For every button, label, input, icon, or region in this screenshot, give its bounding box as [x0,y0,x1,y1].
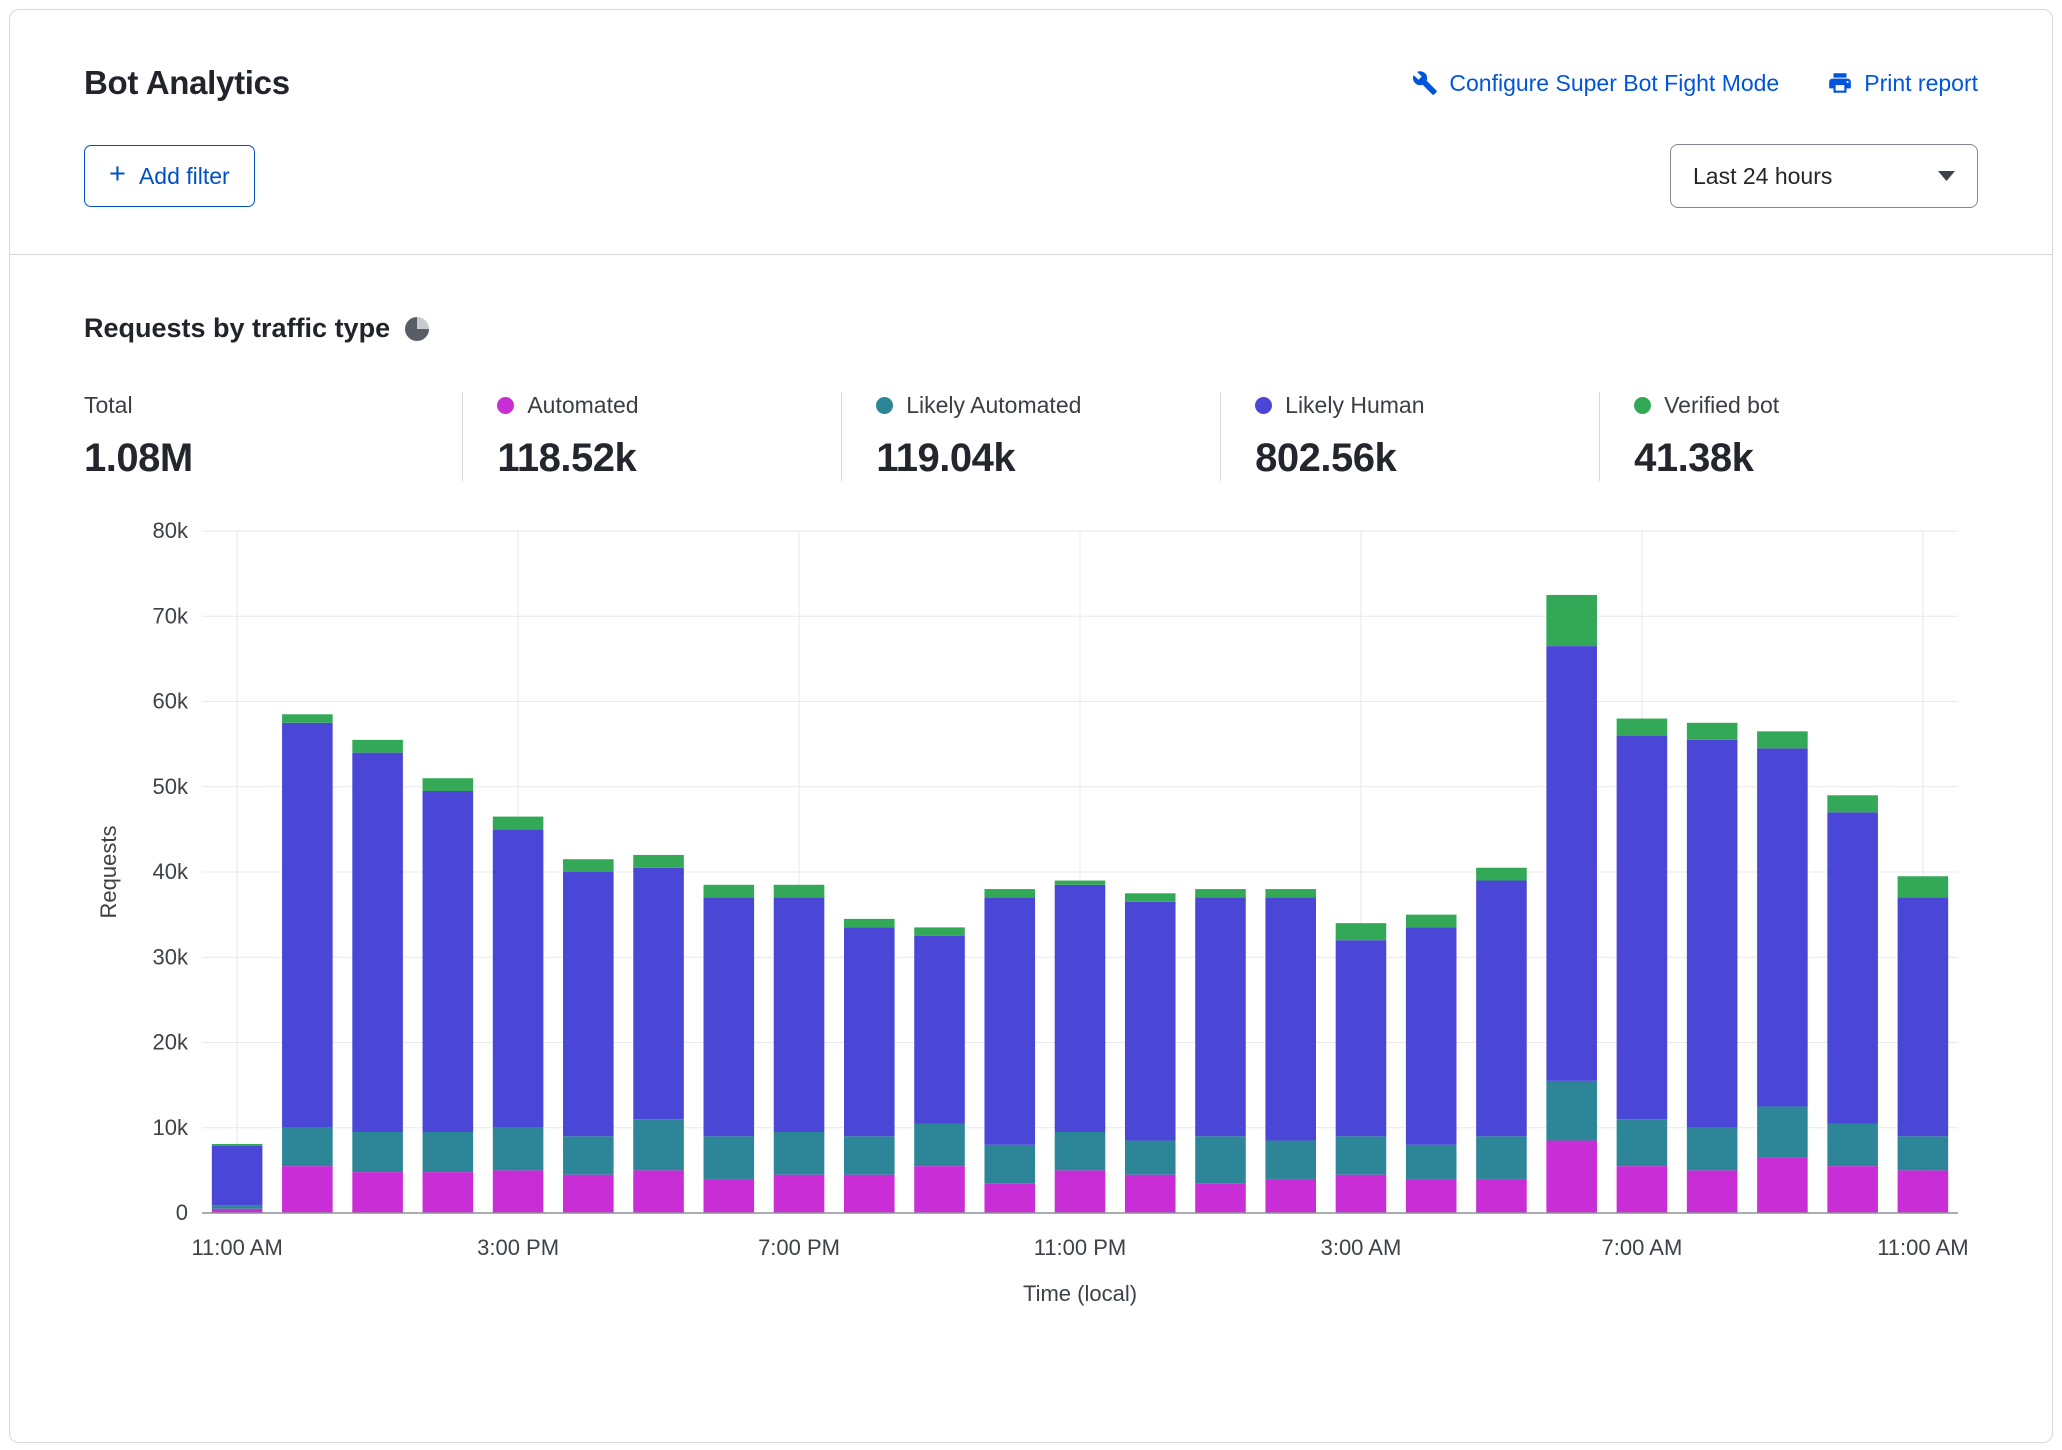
likely-human-legend-dot [1255,397,1272,414]
wrench-icon [1412,70,1438,96]
stat-likely-automated-label: Likely Automated [906,392,1081,419]
add-filter-button[interactable]: + Add filter [84,145,255,207]
configure-super-bot-fight-mode-link[interactable]: Configure Super Bot Fight Mode [1412,70,1779,97]
stat-automated-value: 118.52k [497,436,841,481]
svg-text:3:00 PM: 3:00 PM [477,1235,559,1260]
stat-likely-human-value: 802.56k [1255,436,1599,481]
svg-text:70k: 70k [153,603,189,628]
svg-text:0: 0 [176,1200,188,1225]
print-link-label: Print report [1864,70,1978,97]
svg-text:40k: 40k [153,859,189,884]
automated-legend-dot [497,397,514,414]
plus-icon: + [109,160,126,189]
svg-text:7:00 PM: 7:00 PM [758,1235,840,1260]
svg-text:7:00 AM: 7:00 AM [1602,1235,1683,1260]
header-links: Configure Super Bot Fight Mode Print rep… [1412,70,1978,97]
likely-automated-legend-dot [876,397,893,414]
svg-text:3:00 AM: 3:00 AM [1321,1235,1402,1260]
svg-text:Time (local): Time (local) [1023,1281,1137,1306]
stat-verified-bot-label: Verified bot [1664,392,1779,419]
svg-text:10k: 10k [153,1115,189,1140]
stat-total: Total 1.08M [84,392,462,481]
svg-text:11:00 PM: 11:00 PM [1034,1235,1127,1260]
header-divider [10,254,2052,255]
page-title: Bot Analytics [84,64,290,102]
bot-analytics-page: Bot Analytics Configure Super Bot Fight … [0,0,2062,1450]
time-range-select[interactable]: Last 24 hours [1670,144,1978,208]
svg-text:60k: 60k [153,689,189,714]
time-range-value: Last 24 hours [1693,163,1832,190]
stat-likely-human-label: Likely Human [1285,392,1424,419]
configure-link-label: Configure Super Bot Fight Mode [1449,70,1779,97]
svg-text:11:00 AM: 11:00 AM [191,1235,282,1260]
section-title-row: Requests by traffic type [84,313,1978,344]
stat-total-value: 1.08M [84,436,462,481]
stat-verified-bot-value: 41.38k [1634,436,1978,481]
section-title: Requests by traffic type [84,313,390,344]
stat-automated: Automated 118.52k [462,392,841,481]
svg-text:30k: 30k [153,944,189,969]
stat-likely-automated: Likely Automated 119.04k [841,392,1220,481]
filter-row: + Add filter Last 24 hours [84,144,1978,208]
printer-icon [1827,70,1853,96]
stat-verified-bot: Verified bot 41.38k [1599,392,1978,481]
header: Bot Analytics Configure Super Bot Fight … [84,64,1978,102]
svg-text:50k: 50k [153,774,189,799]
traffic-type-stats: Total 1.08M Automated 118.52k Likely Aut… [84,392,1978,481]
stat-automated-label: Automated [527,392,638,419]
svg-text:80k: 80k [153,518,189,543]
stat-total-label: Total [84,392,133,419]
chevron-down-icon [1938,171,1955,182]
svg-text:Requests: Requests [96,826,121,919]
print-report-link[interactable]: Print report [1827,70,1978,97]
bot-analytics-card: Bot Analytics Configure Super Bot Fight … [9,9,2053,1443]
add-filter-label: Add filter [139,163,230,190]
svg-text:11:00 AM: 11:00 AM [1877,1235,1968,1260]
stat-likely-human: Likely Human 802.56k [1220,392,1599,481]
pie-chart-icon [405,317,429,341]
stat-likely-automated-value: 119.04k [876,436,1220,481]
svg-text:20k: 20k [153,1030,189,1055]
requests-by-traffic-type-chart[interactable]: 0 10k 20k 30k 40k 50k 60k 70k 80k 11:00 AM 3:00 PM… [84,515,1978,1324]
verified-bot-legend-dot [1634,397,1651,414]
chart-svg: 0 10k 20k 30k 40k 50k 60k 70k 80k 11:00 AM 3:00 PM… [84,515,1980,1319]
